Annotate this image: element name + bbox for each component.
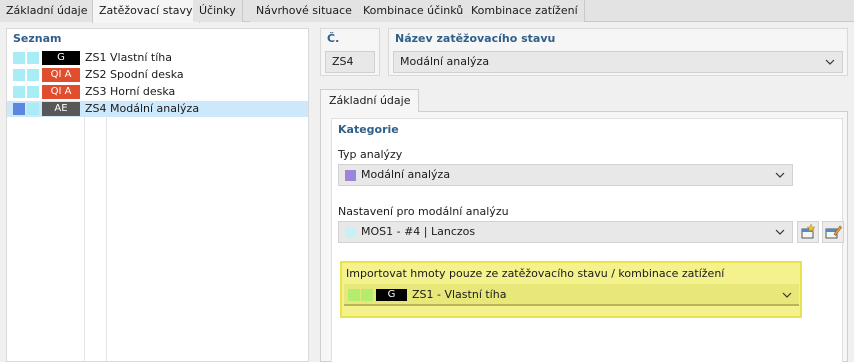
new-modal-settings-button[interactable] (797, 221, 819, 243)
tab-load-combinations[interactable]: Kombinace zatížení (465, 0, 585, 22)
import-mass-label: Importovat hmoty pouze ze zatěžovacího s… (346, 267, 725, 280)
category-section: Kategorie Typ analýzy Modální analýza Na… (331, 118, 844, 362)
modal-settings-value: MOS1 - #4 | Lanczos (361, 225, 476, 238)
list-item-selected[interactable]: AE ZS4 Modální analýza (7, 101, 308, 117)
import-mass-section: Importovat hmoty pouze ze zatěžovacího s… (340, 261, 802, 318)
analysis-type-label: Typ analýzy (338, 148, 403, 161)
column-divider (84, 117, 85, 361)
modal-settings-dropdown[interactable]: MOS1 - #4 | Lanczos (338, 221, 793, 243)
load-type-badge: QI A (42, 68, 80, 82)
list-item[interactable]: QI A ZS3 Horní deska (7, 84, 308, 100)
tab-basic-data-sub[interactable]: Základní údaje (320, 89, 420, 112)
list-item[interactable]: QI A ZS2 Spodní deska (7, 67, 308, 83)
tab-action-combinations[interactable]: Kombinace účinků (357, 0, 471, 22)
name-label: Název zatěžovacího stavu (395, 32, 556, 45)
analysis-type-value: Modální analýza (361, 168, 451, 181)
chevron-down-icon (774, 169, 786, 181)
chevron-down-icon (774, 226, 786, 238)
new-item-icon (801, 223, 816, 239)
color-swatch-icon (13, 52, 25, 64)
tab-load-cases[interactable]: Zatěžovací stavy (92, 0, 200, 23)
load-case-name-group: Název zatěžovacího stavu Modální analýza (388, 28, 848, 76)
color-swatch-icon (13, 86, 25, 98)
basic-data-panel: Kategorie Typ analýzy Modální analýza Na… (320, 111, 848, 362)
chevron-down-icon (781, 289, 793, 301)
color-swatch-icon (13, 69, 25, 81)
load-case-number-field[interactable]: ZS4 (325, 51, 375, 73)
category-title: Kategorie (338, 123, 399, 136)
edit-item-icon (825, 225, 842, 239)
load-case-list-panel: Seznam G ZS1 Vlastní tíha QI A ZS2 Spodn… (6, 28, 309, 362)
modal-settings-color-icon (345, 227, 356, 238)
load-type-badge: QI A (42, 85, 80, 99)
load-case-name-dropdown[interactable]: Modální analýza (393, 51, 843, 73)
color-swatch-icon (13, 103, 25, 115)
import-mass-value: ZS1 - Vlastní tíha (412, 288, 507, 301)
main-tab-bar: Základní údaje Zatěžovací stavy Účinky N… (0, 0, 854, 23)
load-type-badge: G (42, 51, 80, 65)
import-mass-dropdown[interactable]: G ZS1 - Vlastní tíha (344, 284, 799, 306)
modal-settings-label: Nastavení pro modální analýzu (338, 205, 509, 218)
tab-actions[interactable]: Účinky (193, 0, 243, 22)
analysis-type-color-icon (345, 170, 356, 181)
list-item-label: ZS4 Modální analýza (85, 102, 200, 115)
load-type-badge: AE (42, 102, 80, 116)
edit-modal-settings-button[interactable] (822, 221, 844, 243)
color-swatch-icon (348, 289, 360, 301)
color-swatch-icon (27, 103, 39, 115)
color-swatch-icon (27, 52, 39, 64)
column-divider (106, 117, 107, 361)
color-swatch-icon (361, 289, 373, 301)
analysis-type-dropdown[interactable]: Modální analýza (338, 164, 793, 186)
list-item-label: ZS1 Vlastní tíha (85, 51, 172, 64)
list-title: Seznam (13, 32, 62, 45)
color-swatch-icon (27, 86, 39, 98)
color-swatch-icon (27, 69, 39, 81)
list-item-label: ZS3 Horní deska (85, 85, 176, 98)
number-label: Č. (327, 32, 340, 45)
list-item[interactable]: G ZS1 Vlastní tíha (7, 50, 308, 66)
list-item-label: ZS2 Spodní deska (85, 68, 184, 81)
chevron-down-icon (824, 56, 836, 68)
tab-design-situations[interactable]: Návrhové situace (250, 0, 359, 22)
load-type-badge: G (376, 289, 407, 301)
tab-basic-data[interactable]: Základní údaje (0, 0, 95, 22)
load-case-name-value: Modální analýza (400, 55, 490, 68)
load-case-number-group: Č. ZS4 (320, 28, 380, 76)
